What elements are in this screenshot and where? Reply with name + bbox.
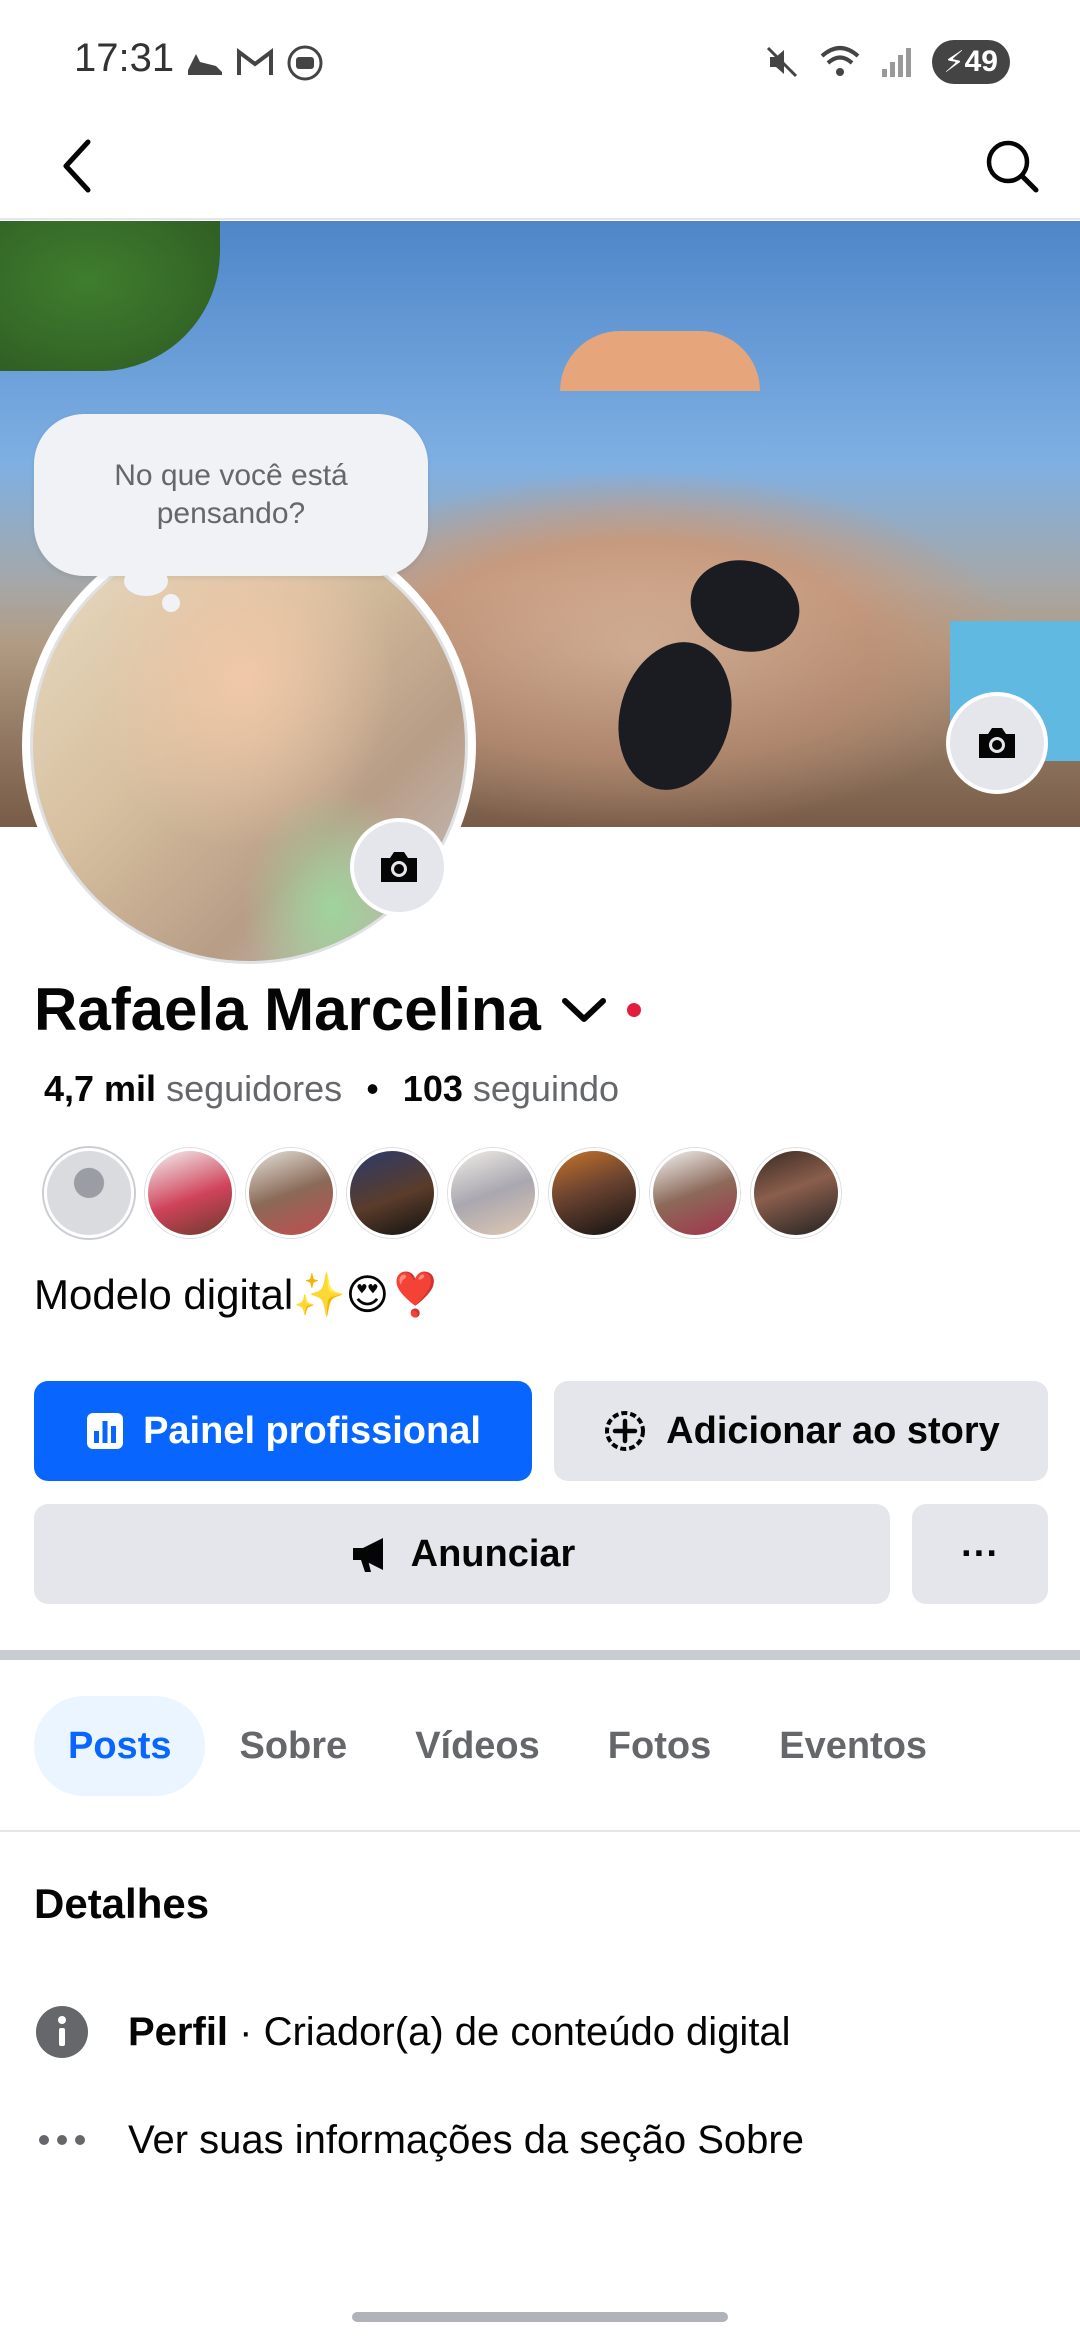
friend-avatar[interactable]	[751, 1148, 841, 1238]
see-about-info-label: Ver suas informações da seção Sobre	[128, 2117, 804, 2162]
add-to-story-button[interactable]: Adicionar ao story	[554, 1381, 1048, 1481]
tab-posts[interactable]: Posts	[34, 1696, 206, 1796]
notification-dot	[626, 1002, 641, 1017]
detail-profile-text: Perfil · Criador(a) de conteúdo digital	[128, 2010, 791, 2055]
thought-bubble-tail	[162, 594, 180, 612]
wifi-icon	[820, 46, 859, 76]
tab-videos[interactable]: Vídeos	[381, 1696, 574, 1796]
thought-bubble-text: No que você está pensando?	[114, 459, 348, 530]
follow-stats: 4,7 mil seguidores • 103 seguindo	[44, 1068, 619, 1110]
cover-tree	[0, 221, 220, 371]
friend-avatar[interactable]	[448, 1148, 538, 1238]
mute-icon	[766, 46, 797, 78]
detail-profile-category: Perfil · Criador(a) de conteúdo digital	[34, 2004, 791, 2060]
friend-avatar[interactable]	[246, 1148, 336, 1238]
following-count[interactable]: 103	[403, 1068, 463, 1110]
friend-avatar[interactable]	[44, 1148, 134, 1238]
camera-icon	[381, 852, 417, 882]
see-about-info-link[interactable]: Ver suas informações da seção Sobre	[34, 2112, 804, 2168]
profile-bio: Modelo digital✨😍❣️	[34, 1271, 442, 1318]
bar-chart-icon	[87, 1413, 124, 1449]
detail-profile-label: Perfil	[128, 2009, 229, 2054]
charging-icon: ⚡	[943, 45, 965, 79]
tab-about[interactable]: Sobre	[205, 1696, 381, 1796]
details-heading: Detalhes	[34, 1880, 210, 1927]
tabs-border	[0, 1830, 1080, 1832]
camera-icon	[979, 728, 1015, 758]
friend-avatar[interactable]	[650, 1148, 740, 1238]
edit-cover-button[interactable]	[946, 692, 1048, 794]
add-to-story-label: Adicionar ao story	[666, 1409, 1000, 1452]
profile-tabs: Posts Sobre Vídeos Fotos Eventos	[34, 1696, 961, 1796]
ellipsis-icon	[34, 2112, 90, 2168]
detail-profile-value: · Criador(a) de conteúdo digital	[228, 2009, 791, 2054]
search-button[interactable]	[974, 128, 1050, 204]
gmail-icon	[237, 48, 273, 75]
chevron-left-icon	[63, 139, 91, 193]
thought-bubble-tail	[124, 566, 168, 596]
following-label[interactable]: seguindo	[473, 1068, 619, 1110]
radio-icon	[287, 45, 323, 81]
edit-profile-picture-button[interactable]	[350, 818, 448, 916]
back-button[interactable]	[40, 128, 116, 204]
professional-dashboard-button[interactable]: Painel profissional	[34, 1381, 532, 1481]
top-app-bar	[0, 110, 1080, 220]
stats-separator: •	[366, 1068, 379, 1109]
status-bar: 17:31 ⚡ 49	[0, 0, 1080, 110]
followers-label[interactable]: seguidores	[166, 1068, 342, 1110]
profile-name: Rafaela Marcelina	[34, 976, 541, 1043]
thought-bubble[interactable]: No que você está pensando?	[34, 414, 428, 576]
chevron-down-icon[interactable]	[561, 995, 607, 1025]
professional-dashboard-label: Painel profissional	[143, 1409, 481, 1452]
more-options-button[interactable]: ···	[912, 1504, 1048, 1604]
friend-avatar[interactable]	[549, 1148, 639, 1238]
shoe-icon	[188, 54, 222, 75]
megaphone-icon	[352, 1538, 383, 1572]
cover-umbrella	[560, 331, 760, 391]
status-time: 17:31	[74, 36, 175, 80]
tab-events[interactable]: Eventos	[745, 1696, 961, 1796]
system-icons: ⚡ 49	[764, 40, 1010, 84]
battery-indicator: ⚡ 49	[931, 40, 1010, 84]
info-icon	[34, 2004, 90, 2060]
search-icon	[986, 140, 1039, 193]
notification-icons	[186, 44, 324, 82]
friend-avatar[interactable]	[347, 1148, 437, 1238]
advertise-button[interactable]: Anunciar	[34, 1504, 890, 1604]
add-story-icon	[605, 1411, 646, 1451]
profile-name-row: Rafaela Marcelina	[34, 975, 641, 1044]
section-divider	[0, 1650, 1080, 1660]
more-options-icon: ···	[961, 1532, 999, 1575]
home-indicator[interactable]	[352, 2312, 728, 2322]
tab-photos[interactable]: Fotos	[574, 1696, 745, 1796]
friend-avatar[interactable]	[145, 1148, 235, 1238]
cover-sunglasses	[602, 629, 748, 803]
advertise-label: Anunciar	[410, 1532, 576, 1575]
battery-level: 49	[964, 45, 998, 78]
friends-avatars	[44, 1148, 841, 1238]
signal-icon	[881, 48, 911, 77]
followers-count[interactable]: 4,7 mil	[44, 1068, 156, 1110]
